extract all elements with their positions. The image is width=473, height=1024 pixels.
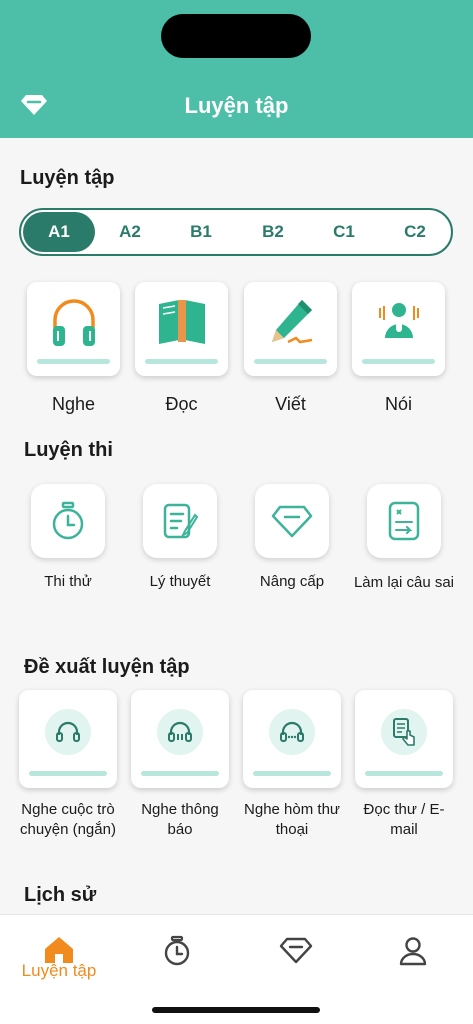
nav-item-profile[interactable] [354,915,472,995]
exam-card-theory[interactable] [143,484,217,558]
progress-bar [141,771,219,776]
skill-card-listening[interactable] [27,282,120,376]
skill-card-writing[interactable] [244,282,337,376]
speaker-person-icon [379,303,419,338]
headset-icon [269,709,315,755]
stopwatch-icon [52,501,84,540]
user-icon [399,937,427,966]
progress-bar [254,359,327,364]
progress-bar [29,771,107,776]
exam-card-mock-test[interactable] [31,484,105,558]
level-tabs: A1 A2 B1 B2 C1 C2 [19,208,453,256]
stopwatch-icon [164,935,190,966]
exam-label-redo-wrong: Làm lại câu sai [353,574,455,591]
camera-notch [161,14,311,58]
page-title: Luyện tập [184,93,289,118]
suggest-label-announcements: Nghe thông báo [141,801,219,838]
notes-pencil-icon [163,503,199,539]
suggest-card-voicemail[interactable] [243,690,341,788]
header-bar: Luyện tập [0,0,473,138]
suggest-section-title: Đề xuất luyện tập [24,656,190,678]
home-indicator [152,1007,320,1013]
suggest-label-read-email: Đọc thư / E-mail [363,801,445,838]
exam-label-upgrade: Nâng cấp [259,573,325,590]
exam-label-mock-test: Thi thử [44,573,92,590]
exam-card-redo-wrong[interactable] [367,484,441,558]
headset-icon [45,709,91,755]
skill-label-listening: Nghe [51,394,96,414]
book-icon [159,300,205,344]
skill-label-reading: Đọc [165,394,198,414]
tab-level-b2[interactable]: B2 [237,212,309,252]
exam-section-title: Luyện thi [24,439,113,461]
tab-level-a1[interactable]: A1 [23,212,95,252]
nav-label-practice: Luyện tập [21,961,97,980]
exam-label-theory: Lý thuyết [149,573,211,590]
headphones-icon [53,299,95,346]
tab-level-b1[interactable]: B1 [165,212,237,252]
skill-label-speaking: Nói [384,394,412,414]
diamond-icon [279,937,313,964]
diamond-icon [271,505,313,538]
progress-bar [37,359,110,364]
history-section-title: Lịch sử [24,884,97,906]
document-tap-icon [381,709,427,755]
progress-bar [253,771,331,776]
pen-icon [272,300,313,344]
suggest-card-read-email[interactable] [355,690,453,788]
progress-bar [145,359,218,364]
tab-level-a2[interactable]: A2 [94,212,166,252]
nav-item-exam[interactable] [118,915,236,995]
tab-level-c1[interactable]: C1 [308,212,380,252]
practice-section-title: Luyện tập [20,167,115,189]
skill-card-speaking[interactable] [352,282,445,376]
headset-icon [157,709,203,755]
suggest-card-announcements[interactable] [131,690,229,788]
skill-card-reading[interactable] [135,282,228,376]
nav-item-practice[interactable]: Luyện tập [0,915,118,995]
suggest-label-short-conversation: Nghe cuộc trò chuyện (ngắn) [20,801,116,838]
exam-card-upgrade[interactable] [255,484,329,558]
nav-item-premium[interactable] [236,915,354,995]
progress-bar [362,359,435,364]
suggest-label-voicemail: Nghe hòm thư thoại [244,801,340,838]
suggest-card-short-conversation[interactable] [19,690,117,788]
tab-level-c2[interactable]: C2 [379,212,451,252]
progress-bar [365,771,443,776]
skill-label-writing: Viết [275,394,306,414]
retry-list-icon [388,501,420,541]
